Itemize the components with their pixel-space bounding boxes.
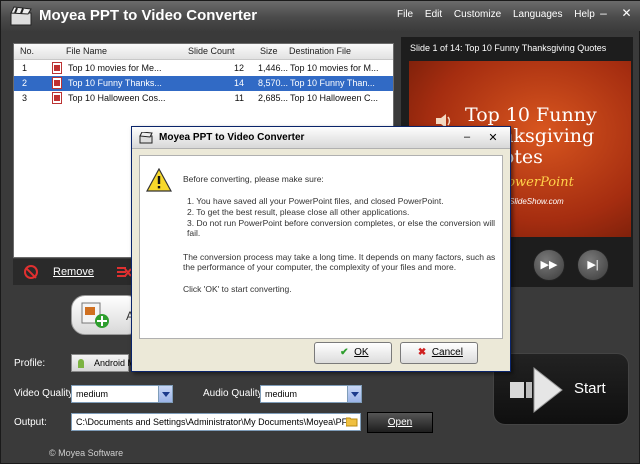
column-header-no[interactable]: No. [20, 46, 34, 56]
add-ppt-icon [81, 302, 109, 328]
column-header-file-name[interactable]: File Name [66, 46, 107, 56]
app-window: Moyea PPT to Video Converter File Edit C… [0, 0, 640, 464]
table-row[interactable]: 3 Top 10 Halloween Cos... 11 2,685... To… [14, 91, 393, 106]
cancel-button[interactable]: ✖ Cancel [400, 342, 478, 364]
output-path-field[interactable]: C:\Documents and Settings\Administrator\… [71, 413, 361, 431]
dialog-item-2: 2. To get the best result, please close … [187, 207, 410, 217]
row-no: 3 [22, 93, 28, 103]
menu-customize[interactable]: Customize [454, 9, 501, 20]
copyright-text: © Moyea Software [49, 448, 124, 458]
ppt-file-icon [52, 62, 62, 74]
fast-forward-button[interactable]: ▶▶ [533, 249, 565, 281]
remove-icon[interactable] [24, 265, 38, 279]
audio-quality-label: Audio Quality: [203, 388, 266, 399]
close-icon[interactable]: ✕ [487, 132, 499, 144]
clear-list-icon[interactable] [117, 266, 131, 278]
title-bar: Moyea PPT to Video Converter File Edit C… [1, 1, 640, 31]
chevron-down-icon[interactable] [347, 386, 361, 402]
column-header-slide-count[interactable]: Slide Count [188, 46, 235, 56]
row-destination: Top 10 movies for M... [290, 63, 379, 73]
minimize-icon[interactable]: – [461, 132, 473, 144]
output-label: Output: [14, 417, 47, 428]
output-path-value: C:\Documents and Settings\Administrator\… [76, 417, 348, 427]
menu-file[interactable]: File [397, 9, 413, 20]
video-quality-label: Video Quality: [14, 388, 77, 399]
column-header-destination[interactable]: Destination File [289, 46, 351, 56]
audio-quality-select[interactable]: medium [260, 385, 362, 403]
row-no: 1 [22, 63, 28, 73]
start-label: Start [574, 380, 606, 397]
profile-value: Android M [94, 358, 136, 368]
menu-help[interactable]: Help [574, 9, 595, 20]
clapperboard-icon [139, 132, 153, 144]
row-slide-count: 14 [233, 78, 244, 88]
row-file-name: Top 10 Funny Thanks... [68, 78, 162, 88]
dialog-item-1: 1. You have saved all your PowerPoint fi… [187, 196, 444, 206]
arrow-right-icon [510, 366, 563, 414]
dialog-item-3: 3. Do not run PowerPoint before conversi… [187, 218, 496, 238]
dialog-title: Moyea PPT to Video Converter [159, 132, 305, 143]
ok-label: OK [354, 347, 369, 358]
video-quality-value: medium [76, 389, 109, 399]
profile-select[interactable]: Android M [71, 354, 135, 372]
row-no: 2 [22, 78, 28, 88]
clapperboard-icon [10, 6, 32, 26]
dialog-body: Before converting, please make sure: 1. … [139, 155, 503, 339]
ppt-file-icon [52, 92, 62, 104]
dialog-paragraph: The conversion process may take a long t… [183, 252, 496, 272]
row-file-name: Top 10 movies for Me... [68, 63, 162, 73]
table-row[interactable]: 1 Top 10 movies for Me... 12 1,446... To… [14, 61, 393, 76]
column-header-size[interactable]: Size [260, 46, 278, 56]
row-file-name: Top 10 Halloween Cos... [68, 93, 166, 103]
dialog-hint: Click 'OK' to start converting. [183, 284, 292, 294]
row-size: 2,685... [258, 93, 289, 103]
cross-icon: ✖ [417, 347, 427, 358]
menu-languages[interactable]: Languages [513, 9, 563, 20]
ppt-file-icon [52, 77, 62, 89]
profile-label: Profile: [14, 358, 46, 369]
dialog-title-bar: Moyea PPT to Video Converter – ✕ [132, 127, 510, 149]
warning-icon [146, 168, 172, 192]
open-button[interactable]: Open [367, 412, 433, 433]
row-slide-count: 12 [233, 63, 244, 73]
preview-title: Slide 1 of 14: Top 10 Funny Thanksgiving… [410, 43, 607, 53]
minimize-icon[interactable]: – [595, 6, 612, 21]
confirm-dialog: Moyea PPT to Video Converter – ✕ Before … [131, 126, 511, 372]
list-header: No. File Name Slide Count Size Destinati… [14, 44, 393, 60]
ok-button[interactable]: ✔ OK [314, 342, 392, 364]
row-size: 1,446... [258, 63, 289, 73]
android-icon [78, 359, 84, 368]
start-button[interactable]: Start [493, 353, 629, 425]
row-destination: Top 10 Halloween C... [290, 93, 379, 103]
chevron-down-icon[interactable] [158, 386, 172, 402]
menu-edit[interactable]: Edit [425, 9, 442, 20]
app-title: Moyea PPT to Video Converter [39, 7, 258, 24]
row-destination: Top 10 Funny Than... [290, 78, 375, 88]
menu-bar: File Edit Customize Languages Help [397, 9, 604, 20]
slide-url: SlideShow.com [509, 197, 564, 206]
check-icon: ✔ [340, 347, 349, 358]
row-size: 8,570... [258, 78, 289, 88]
next-slide-button[interactable]: ▶| [577, 249, 609, 281]
table-row[interactable]: 2 Top 10 Funny Thanks... 14 8,570... Top… [14, 76, 393, 91]
dialog-intro: Before converting, please make sure: [183, 174, 324, 184]
cancel-label: Cancel [431, 347, 463, 358]
remove-button[interactable]: Remove [53, 266, 94, 278]
audio-quality-value: medium [265, 389, 298, 399]
video-quality-select[interactable]: medium [71, 385, 173, 403]
close-icon[interactable]: ✕ [618, 6, 635, 21]
row-slide-count: 11 [234, 93, 244, 103]
folder-icon[interactable] [346, 417, 358, 427]
